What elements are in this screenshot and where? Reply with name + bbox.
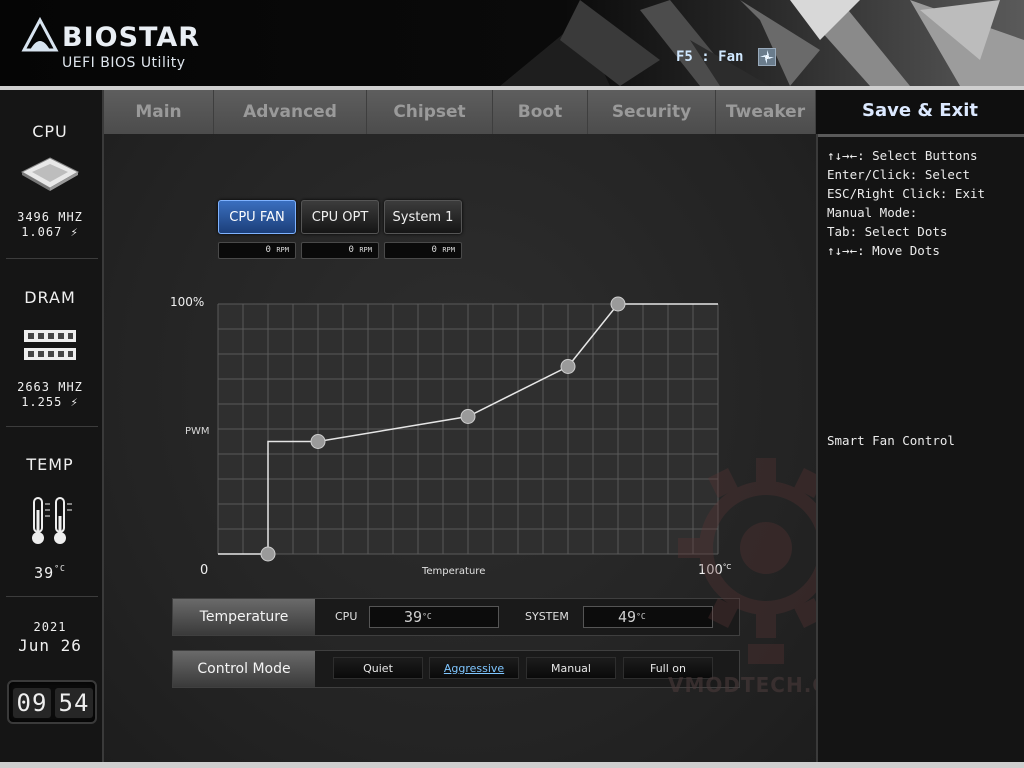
logo-mark-icon	[21, 16, 59, 52]
tab-chipset[interactable]: Chipset	[367, 90, 493, 134]
y-max-label: 100%	[170, 295, 204, 309]
fan-hotkey-label[interactable]: F5 : Fan	[676, 49, 743, 65]
graph-grid	[217, 303, 719, 555]
clock-hour: 09	[13, 688, 51, 718]
dram-title: DRAM	[24, 288, 76, 307]
help-line: Enter/Click: Select	[827, 167, 970, 182]
date-month-day: Jun 26	[18, 636, 82, 655]
x-axis-label: Temperature	[421, 566, 485, 577]
biostar-logo: BIOSTAR UEFI BIOS Utility	[20, 12, 210, 76]
system-temp-caption: SYSTEM	[525, 610, 569, 623]
clock-minute: 54	[55, 688, 93, 718]
curve-point[interactable]	[310, 434, 326, 449]
temperature-panel: Temperature CPU 39°C SYSTEM 49°C	[172, 598, 740, 636]
cpu-frequency: 3496 MHZ	[17, 210, 83, 224]
dram-voltage: 1.255 ⚡︎	[21, 395, 79, 409]
header-bar: BIOSTAR UEFI BIOS Utility F5 : Fan	[0, 0, 1024, 86]
curve-point[interactable]	[460, 409, 476, 424]
tab-tweaker[interactable]: Tweaker	[716, 90, 816, 134]
curve-point[interactable]	[260, 546, 276, 562]
mode-button-aggressive[interactable]: Aggressive	[429, 657, 519, 679]
dram-module-icon	[24, 330, 76, 360]
fan-icon[interactable]	[758, 48, 776, 66]
help-line: Tab: Select Dots	[827, 224, 948, 239]
cpu-voltage: 1.067 ⚡︎	[21, 225, 79, 239]
cpu-chip-icon	[20, 157, 80, 191]
sidebar-divider	[6, 426, 98, 427]
help-line: Manual Mode:	[827, 205, 918, 220]
tab-boot[interactable]: Boot	[493, 90, 588, 134]
tab-bar: Main Advanced Chipset Boot Security Twea…	[104, 90, 816, 134]
tab-save-exit[interactable]: Save & Exit	[816, 90, 1024, 134]
clock: 09 54	[7, 680, 97, 724]
cpu-title: CPU	[32, 122, 68, 141]
thermometer-icon	[32, 497, 72, 544]
brand-name: BIOSTAR	[62, 22, 201, 53]
mode-button-manual[interactable]: Manual	[526, 657, 616, 679]
temp-title: TEMP	[26, 455, 74, 474]
help-panel: ↑↓→←: Select Buttons Enter/Click: Select…	[816, 134, 1024, 768]
temperature-panel-label: Temperature	[173, 599, 315, 635]
origin-label: 0	[200, 563, 208, 578]
voltage-bolt-icon: ⚡︎	[70, 395, 79, 409]
control-mode-label: Control Mode	[173, 651, 315, 687]
voltage-bolt-icon: ⚡︎	[70, 225, 79, 239]
control-mode-panel: Control Mode Quiet Aggressive Manual Ful…	[172, 650, 740, 688]
cpu-temp-caption: CPU	[335, 610, 358, 623]
y-axis-label: PWM	[185, 426, 210, 437]
temp-value: 39°C	[34, 564, 66, 582]
help-line: ↑↓→←: Move Dots	[827, 243, 940, 258]
sidebar-divider	[6, 258, 98, 259]
help-panel-border	[818, 134, 1024, 137]
curve-point[interactable]	[610, 296, 626, 312]
sidebar-divider	[6, 596, 98, 597]
tab-advanced[interactable]: Advanced	[214, 90, 367, 134]
bios-subtitle: UEFI BIOS Utility	[62, 55, 186, 71]
status-sidebar: CPU 3496 MHZ 1.067 ⚡︎ DRAM 2663 MHZ 1.25…	[0, 90, 104, 768]
header-shard-art	[500, 0, 1024, 86]
curve-point[interactable]	[560, 359, 576, 374]
help-line: ↑↓→←: Select Buttons	[827, 148, 978, 163]
help-description: Smart Fan Control	[827, 433, 955, 448]
cpu-temp-readout: 39°C	[369, 606, 499, 628]
mode-button-quiet[interactable]: Quiet	[333, 657, 423, 679]
tab-main[interactable]: Main	[104, 90, 214, 134]
help-line: ESC/Right Click: Exit	[827, 186, 986, 201]
dram-frequency: 2663 MHZ	[17, 380, 83, 394]
bottom-bar	[0, 762, 1024, 768]
date-year: 2021	[33, 620, 67, 634]
tab-security[interactable]: Security	[588, 90, 716, 134]
